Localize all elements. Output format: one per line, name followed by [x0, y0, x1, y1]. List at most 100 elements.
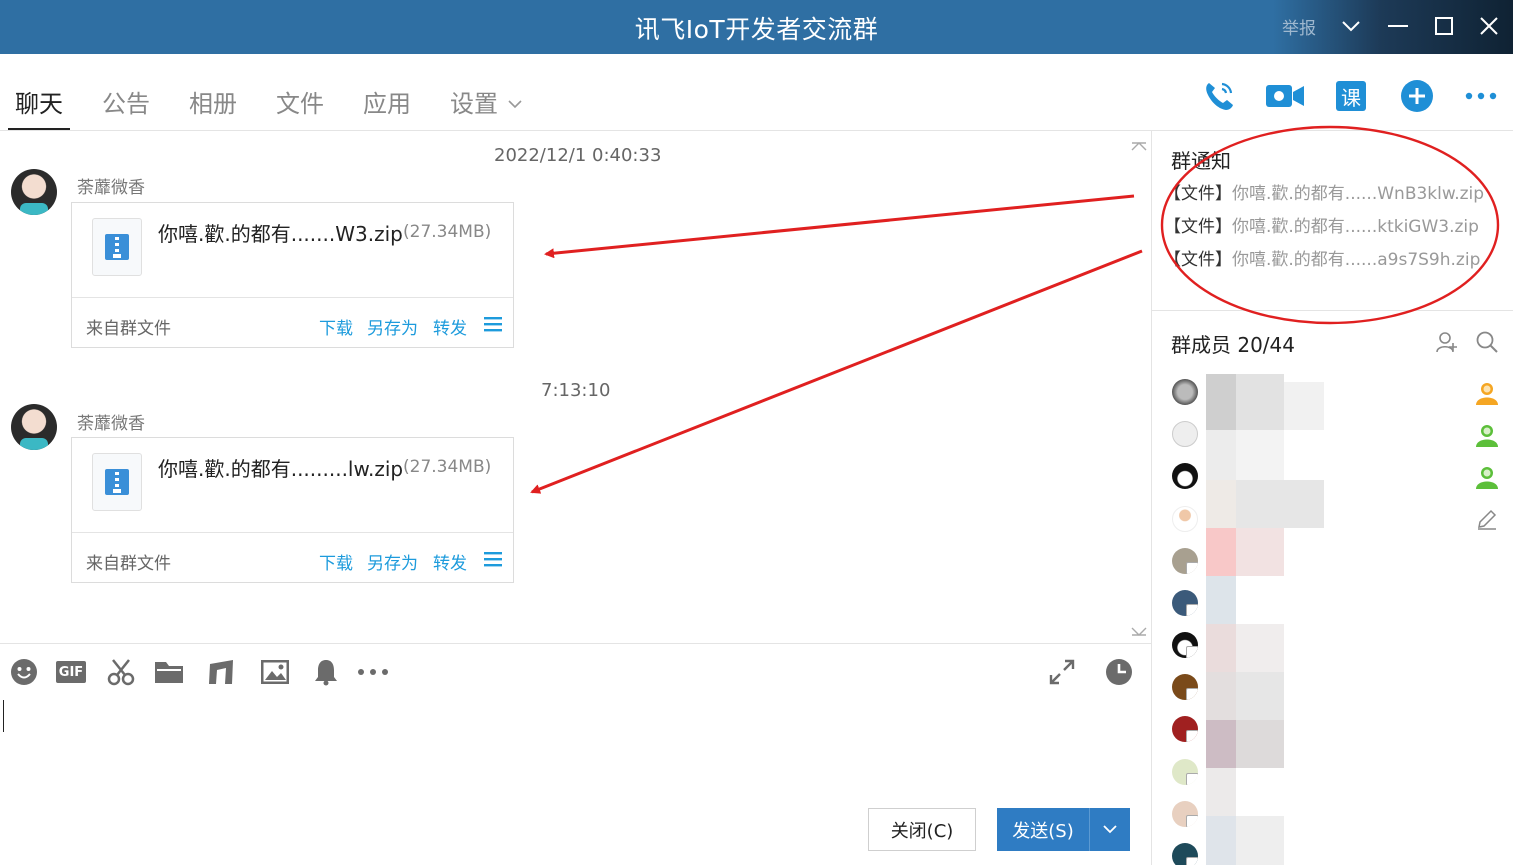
menu-icon[interactable]: [484, 551, 502, 571]
send-button[interactable]: 发送(S): [997, 808, 1130, 851]
emoji-icon[interactable]: [8, 656, 40, 688]
more-icon[interactable]: [357, 656, 389, 688]
tab-files[interactable]: 文件: [276, 84, 324, 119]
tab-settings[interactable]: 设置: [450, 84, 498, 119]
member-name-redacted[interactable]: [1236, 672, 1284, 720]
member-name-redacted[interactable]: [1206, 768, 1236, 816]
gif-icon[interactable]: GIF: [55, 656, 87, 688]
file-message-card[interactable]: 你嘻.歡.的都有.......W3.zip (27.34MB) 来自群文件 下载…: [71, 202, 514, 348]
member-name-redacted[interactable]: [1206, 672, 1236, 720]
minimize-icon[interactable]: [1380, 8, 1416, 44]
history-icon[interactable]: [1103, 656, 1135, 688]
download-link[interactable]: 下载: [319, 549, 353, 574]
member-name-redacted[interactable]: [1206, 576, 1236, 624]
add-circle-icon[interactable]: [1397, 76, 1437, 116]
member-name-redacted[interactable]: [1206, 528, 1236, 576]
music-icon[interactable]: [205, 656, 237, 688]
file-name[interactable]: 你嘻.歡.的都有.........lw.zip: [158, 453, 403, 482]
notice-item[interactable]: 【文件】你嘻.歡.的都有......a9s7S9h.zip: [1164, 245, 1480, 270]
member-name-redacted[interactable]: [1236, 720, 1284, 768]
title-bar: 讯飞IoT开发者交流群 举报: [0, 0, 1513, 54]
edit-icon[interactable]: [1474, 506, 1500, 532]
image-icon[interactable]: [259, 656, 291, 688]
member-name-redacted[interactable]: [1236, 816, 1284, 865]
send-button-label[interactable]: 发送(S): [997, 817, 1089, 843]
course-icon[interactable]: 课: [1331, 76, 1371, 116]
scroll-down-icon[interactable]: [1131, 622, 1147, 641]
tab-chat[interactable]: 聊天: [15, 84, 63, 119]
avatar[interactable]: [1172, 506, 1198, 532]
member-name-redacted[interactable]: [1236, 374, 1284, 430]
close-button[interactable]: 关闭(C): [868, 808, 976, 851]
notice-item[interactable]: 【文件】你嘻.歡.的都有......WnB3klw.zip: [1164, 179, 1484, 204]
sender-name[interactable]: 荼蘼微香: [77, 173, 145, 198]
forward-link[interactable]: 转发: [433, 314, 467, 339]
avatar[interactable]: [1172, 548, 1198, 574]
file-message-card[interactable]: 你嘻.歡.的都有.........lw.zip (27.34MB) 来自群文件 …: [71, 437, 514, 583]
member-name-redacted[interactable]: [1206, 816, 1236, 865]
avatar[interactable]: [1172, 379, 1198, 405]
file-source-label: 来自群文件: [86, 554, 171, 574]
tab-announcement[interactable]: 公告: [102, 84, 150, 119]
report-button[interactable]: 举报: [1282, 14, 1316, 39]
avatar[interactable]: [1172, 759, 1198, 785]
avatar[interactable]: [1172, 421, 1198, 447]
avatar[interactable]: [1172, 801, 1198, 827]
scissors-icon[interactable]: [105, 656, 137, 688]
add-member-icon[interactable]: [1436, 331, 1458, 357]
phone-call-icon[interactable]: [1199, 76, 1239, 116]
group-notice-title: 群通知: [1171, 149, 1231, 173]
notice-item[interactable]: 【文件】你嘻.歡.的都有......ktkiGW3.zip: [1164, 212, 1479, 237]
member-name-redacted[interactable]: [1206, 430, 1236, 480]
close-icon[interactable]: [1471, 8, 1507, 44]
scroll-up-icon[interactable]: [1131, 136, 1147, 155]
download-link[interactable]: 下载: [319, 314, 353, 339]
bell-icon[interactable]: [310, 656, 342, 688]
avatar[interactable]: [11, 404, 57, 450]
chevron-down-icon[interactable]: [1090, 825, 1130, 834]
video-call-icon[interactable]: [1265, 76, 1305, 116]
chevron-down-icon[interactable]: [508, 94, 522, 113]
avatar[interactable]: [11, 169, 57, 215]
avatar[interactable]: [1172, 716, 1198, 742]
member-name-redacted[interactable]: [1206, 480, 1236, 528]
member-name-redacted[interactable]: [1206, 374, 1236, 430]
more-icon[interactable]: [1461, 76, 1501, 116]
member-name-redacted[interactable]: [1236, 430, 1284, 480]
folder-icon[interactable]: [153, 656, 185, 688]
save-as-link[interactable]: 另存为: [367, 314, 418, 339]
menu-icon[interactable]: [484, 316, 502, 336]
avatar[interactable]: [1172, 674, 1198, 700]
notice-file-name[interactable]: 你嘻.歡.的都有......WnB3klw.zip: [1232, 184, 1484, 204]
expand-icon[interactable]: [1046, 656, 1078, 688]
member-name-redacted[interactable]: [1284, 382, 1324, 430]
avatar[interactable]: [1172, 463, 1198, 489]
owner-icon: [1474, 380, 1500, 406]
avatar[interactable]: [1172, 632, 1198, 658]
file-name[interactable]: 你嘻.歡.的都有.......W3.zip: [158, 218, 403, 247]
save-as-link[interactable]: 另存为: [367, 549, 418, 574]
member-name-redacted[interactable]: [1206, 720, 1236, 768]
member-name-redacted[interactable]: [1236, 624, 1284, 672]
notice-file-name[interactable]: 你嘻.歡.的都有......a9s7S9h.zip: [1232, 250, 1480, 270]
member-name-redacted[interactable]: [1236, 528, 1284, 576]
file-size: (27.34MB): [403, 457, 492, 477]
forward-link[interactable]: 转发: [433, 549, 467, 574]
chat-message-area[interactable]: 2022/12/1 0:40:33 荼蘼微香 你嘻.歡.的都有.......W3…: [0, 131, 1151, 643]
tab-album[interactable]: 相册: [189, 84, 237, 119]
avatar[interactable]: [1172, 590, 1198, 616]
message-input-caret[interactable]: [3, 700, 4, 732]
zip-file-icon: [92, 218, 142, 276]
member-name-redacted[interactable]: [1236, 480, 1324, 528]
maximize-icon[interactable]: [1426, 8, 1462, 44]
chevron-down-icon[interactable]: [1333, 8, 1369, 44]
tab-bar: 聊天 公告 相册 文件 应用 设置 课: [0, 54, 1513, 131]
divider: [1152, 310, 1513, 311]
notice-file-name[interactable]: 你嘻.歡.的都有......ktkiGW3.zip: [1232, 217, 1479, 237]
member-name-redacted[interactable]: [1206, 624, 1236, 672]
notice-tag: 【文件】: [1164, 250, 1232, 270]
search-icon[interactable]: [1476, 331, 1498, 357]
avatar[interactable]: [1172, 843, 1198, 865]
sender-name[interactable]: 荼蘼微香: [77, 409, 145, 434]
tab-apps[interactable]: 应用: [363, 84, 411, 119]
